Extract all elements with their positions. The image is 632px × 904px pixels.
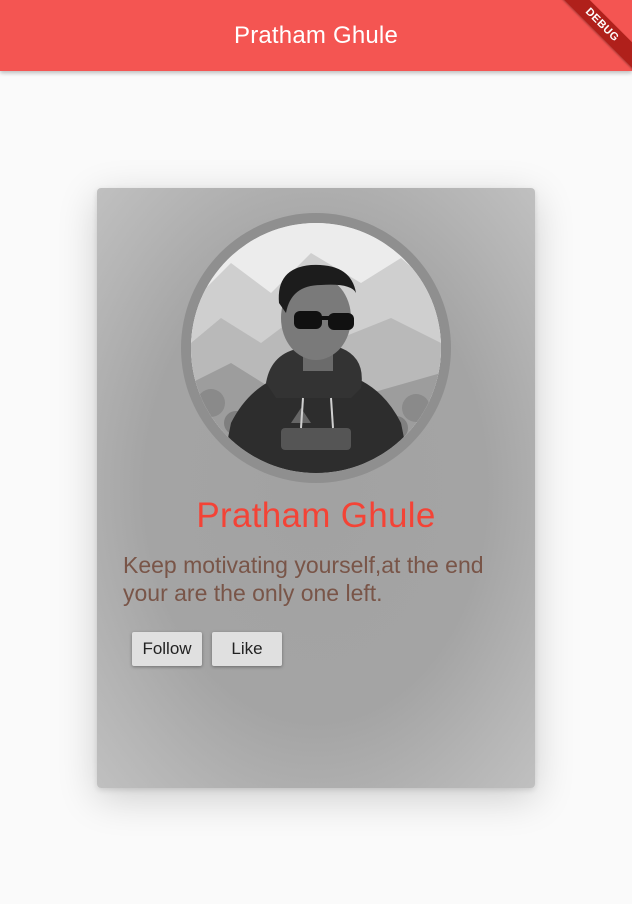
app-bar: Pratham Ghule (0, 0, 632, 71)
avatar-ring (181, 213, 451, 483)
profile-photo-icon (191, 223, 441, 473)
debug-ribbon-label: DEBUG (553, 0, 632, 74)
avatar (191, 223, 441, 473)
debug-banner: DEBUG (552, 0, 632, 80)
app-bar-title: Pratham Ghule (233, 21, 398, 49)
profile-quote: Keep motivating yourself,at the end your… (123, 552, 484, 606)
profile-card: Pratham Ghule Keep motivating yourself,a… (97, 188, 535, 788)
profile-name: Pratham Ghule (97, 496, 535, 536)
follow-button[interactable]: Follow (132, 632, 202, 666)
like-button[interactable]: Like (212, 632, 282, 666)
profile-name-text: Pratham Ghule (196, 496, 436, 535)
